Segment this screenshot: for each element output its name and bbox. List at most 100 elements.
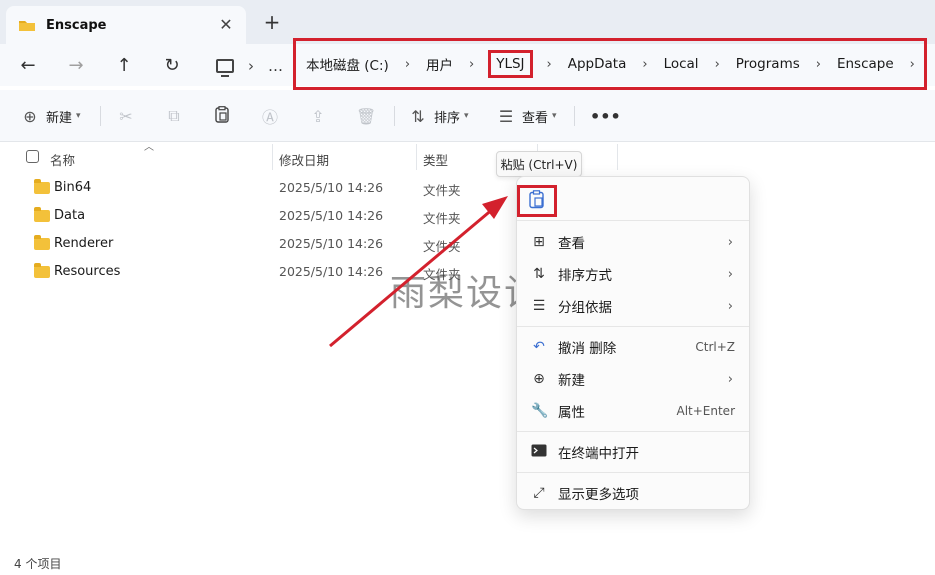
menu-shortcut: Alt+Enter [676,404,735,418]
menu-item-more-options[interactable]: ⤢ 显示更多选项 [517,477,749,509]
file-type: 文件夹 [423,211,461,226]
chevron-right-icon[interactable]: › [547,57,552,72]
file-type: 文件夹 [423,183,461,198]
divider [394,106,395,126]
menu-label: 查看 [558,236,585,252]
paste-tooltip: 粘贴 (Ctrl+V) [496,151,582,177]
menu-label: 新建 [558,373,585,389]
column-divider[interactable] [617,144,618,170]
overflow-button[interactable]: … [268,57,284,75]
up-arrow-icon[interactable]: ↑ [110,52,138,78]
new-tab-button[interactable]: + [262,12,282,32]
rename-button[interactable]: Ⓐ [260,104,280,128]
breadcrumb[interactable]: 本地磁盘 (C:) › 用户 › YLSJ › AppData › Local › Programs… [293,38,927,90]
folder-icon [34,207,50,222]
chevron-right-icon: › [727,298,733,314]
command-bar: ⊕ 新建 ▾ ✂ ⧉ Ⓐ ⇪ 🗑 ⇅ 排序 ▾ ☰ 查看 ▾ ••• [0,90,935,142]
breadcrumb-item[interactable]: Enscape [837,56,894,72]
plus-circle-icon: ⊕ [23,106,37,126]
trash-icon: 🗑 [356,106,377,126]
breadcrumb-item[interactable]: YLSJ [488,50,533,78]
close-tab-icon[interactable]: ✕ [216,15,236,35]
column-divider[interactable] [272,144,273,170]
breadcrumb-item[interactable]: 用户 [426,54,453,74]
menu-label: 在终端中打开 [558,446,639,462]
delete-button[interactable]: 🗑 [356,104,376,128]
menu-divider [517,431,749,432]
copy-icon: ⧉ [168,106,180,125]
expand-icon: ⤢ [533,485,545,501]
share-button[interactable]: ⇪ [308,104,328,128]
column-divider[interactable] [416,144,417,170]
menu-item-new[interactable]: ⊕ 新建 › [517,363,749,395]
new-button[interactable]: ⊕ 新建 ▾ [20,104,81,128]
more-icon: ••• [590,106,621,126]
menu-item-terminal[interactable]: 在终端中打开 [517,436,749,468]
context-menu: ⊞ 查看 › ⇅ 排序方式 › ☰ 分组依据 › ↶ 撤消 删除 Ctrl+Z … [516,176,750,510]
group-list-icon: ☰ [532,298,546,314]
menu-item-undo[interactable]: ↶ 撤消 删除 Ctrl+Z [517,331,749,363]
refresh-icon[interactable]: ↻ [158,52,186,78]
file-type: 文件夹 [423,239,461,254]
sort-label: 排序 [434,110,461,126]
paste-toolbar-button[interactable] [212,104,232,128]
menu-label: 撤消 删除 [558,341,617,357]
chevron-right-icon[interactable]: › [816,57,821,72]
breadcrumb-item[interactable]: Local [664,56,699,72]
file-name: Bin64 [54,180,92,195]
sort-icon: ⇅ [411,106,425,126]
column-date[interactable]: 修改日期 [279,150,329,169]
wrench-icon: 🔧 [531,403,549,419]
chevron-right-icon: › [727,234,733,250]
menu-item-view[interactable]: ⊞ 查看 › [517,226,749,258]
tab-enscape[interactable]: Enscape ✕ [6,6,246,44]
back-arrow-icon[interactable]: ← [14,52,42,78]
folder-icon [34,179,50,194]
new-label: 新建 [46,110,73,126]
menu-quick-actions [517,177,749,221]
status-bar-count: 4 个项目 [14,557,62,571]
divider [574,106,575,126]
folder-icon [18,18,36,32]
paste-icon [529,189,545,213]
file-name: Resources [54,264,121,279]
chevron-right-icon[interactable]: › [642,57,647,72]
sort-button[interactable]: ⇅ 排序 ▾ [408,104,468,128]
chevron-right-icon[interactable]: › [715,57,720,72]
column-name[interactable]: 名称 [50,150,75,169]
menu-item-group[interactable]: ☰ 分组依据 › [517,290,749,322]
forward-arrow-icon[interactable]: → [62,52,90,78]
breadcrumb-item[interactable]: Programs [736,56,800,72]
file-date: 2025/5/10 14:26 [279,180,384,195]
more-button[interactable]: ••• [590,104,621,128]
view-lines-icon: ☰ [498,106,514,126]
file-date: 2025/5/10 14:26 [279,236,384,251]
tab-title: Enscape [46,17,107,33]
chevron-down-icon: ▾ [76,111,81,121]
sort-icon: ⇅ [533,266,545,282]
breadcrumb-item[interactable]: AppData [568,56,627,72]
scissors-icon: ✂ [119,106,133,126]
chevron-right-icon[interactable]: › [405,57,410,72]
chevron-right-icon: › [248,57,254,75]
file-name: Renderer [54,236,114,251]
file-name: Data [54,208,86,223]
view-button[interactable]: ☰ 查看 ▾ [496,104,557,128]
chevron-right-icon[interactable]: › [469,57,474,72]
chevron-right-icon[interactable]: › [910,57,915,72]
column-type[interactable]: 类型 [423,150,448,169]
terminal-icon [531,444,547,461]
divider [100,106,101,126]
breadcrumb-item[interactable]: 本地磁盘 (C:) [306,54,389,74]
file-date: 2025/5/10 14:26 [279,264,384,279]
paste-button[interactable] [517,185,557,217]
chevron-down-icon: ▾ [552,111,557,121]
undo-icon: ↶ [533,339,545,355]
this-pc-button[interactable]: › … [206,52,286,80]
file-date: 2025/5/10 14:26 [279,208,384,223]
menu-item-sort[interactable]: ⇅ 排序方式 › [517,258,749,290]
menu-item-properties[interactable]: 🔧 属性 Alt+Enter [517,395,749,427]
clipboard-icon [212,105,232,127]
copy-button[interactable]: ⧉ [164,104,184,128]
cut-button[interactable]: ✂ [116,104,136,128]
